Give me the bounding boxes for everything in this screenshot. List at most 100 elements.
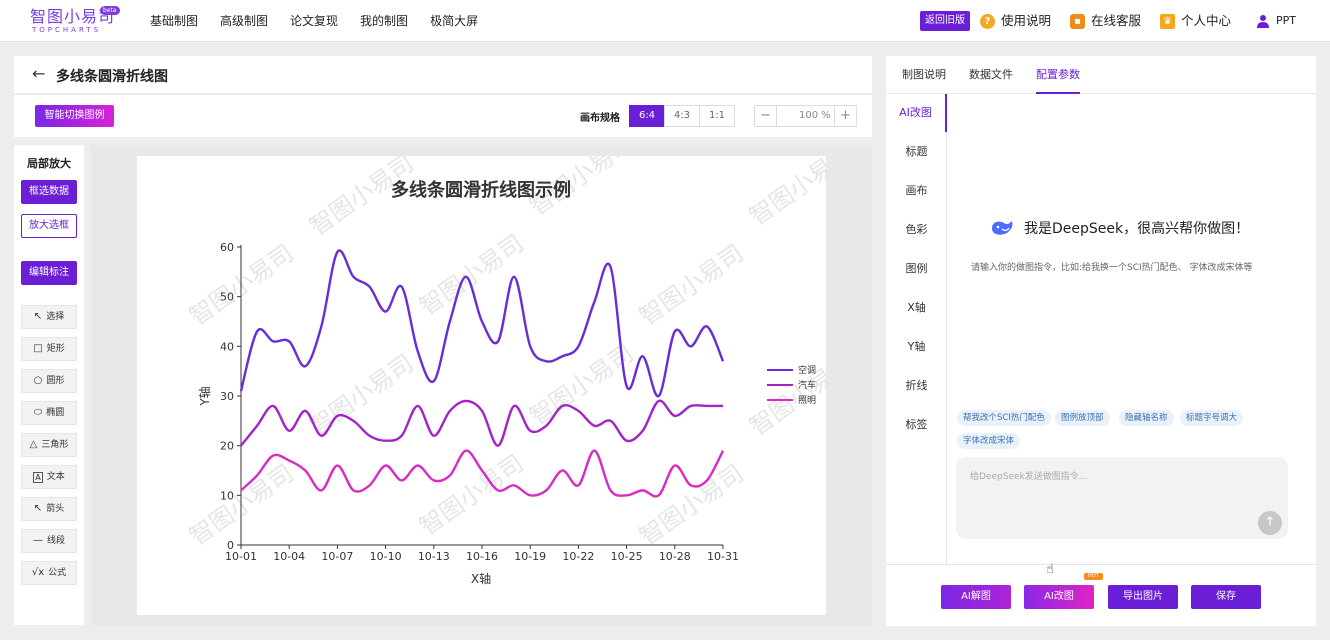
ai-explain-button[interactable]: AI解图 [941,585,1011,609]
menu-x-axis[interactable]: X轴 [886,289,947,327]
edit-label-button[interactable]: 编辑标注 [21,261,77,285]
help-link[interactable]: ? 使用说明 [980,0,1051,42]
tool-triangle[interactable]: △ 三角形 [21,433,77,457]
suggestion-chip[interactable]: 帮我改个SCI热门配色 [957,410,1051,426]
legend-label: 照明 [798,395,816,406]
nav-basic[interactable]: 基础制图 [150,0,198,42]
menu-color[interactable]: 色彩 [886,211,947,249]
tab-config[interactable]: 配置参数 [1036,56,1080,94]
x-tick-label: 10-13 [418,550,450,563]
smart-switch-button[interactable]: 智能切换图例 [35,105,114,127]
logo-sub: TOPCHARTS [32,26,102,34]
watermark-text: 智图小易司 [634,459,748,551]
tool-ellipse[interactable]: ⬭ 椭圆 [21,401,77,425]
tool-arrow-label: 箭头 [46,504,65,514]
chat-input-box[interactable]: 给DeepSeek发送做图指令... ↑ [956,457,1288,539]
service-label: 在线客服 [1091,13,1142,28]
tool-formula-label: 公式 [48,568,67,578]
deepseek-greeting-text: 我是DeepSeek，很高兴帮你做图！ [1024,221,1250,237]
ellipse-icon: ⬭ [33,407,43,418]
tool-rect[interactable]: □ 矩形 [21,337,77,361]
tool-formula[interactable]: √x 公式 [21,561,77,585]
zoom-value: 100 [799,110,819,121]
user-icon [1257,15,1269,28]
text-icon: A [33,471,43,483]
suggestion-chip[interactable]: 标题字号调大 [1180,410,1244,426]
x-tick-label: 10-04 [273,550,305,563]
x-tick-label: 10-22 [562,550,594,563]
chart-lines [239,249,725,498]
tool-arrow[interactable]: ↖ 箭头 [21,497,77,521]
save-button[interactable]: 保存 [1191,585,1261,609]
tool-bar: 智能切换图例 画布规格 6:4 4:3 1:1 − 100 % + [14,95,872,137]
canvas-area: 智图小易司 智图小易司 智图小易司 智图小易司 智图小易司 智图小易司 智图小易司 智图小易司… [91,145,872,625]
chart-canvas[interactable]: 智图小易司 智图小易司 智图小易司 智图小易司 智图小易司 智图小易司 智图小易司 智图小易司… [137,156,826,615]
x-tick-label: 10-19 [514,550,546,563]
export-image-button[interactable]: 导出图片 [1108,585,1178,609]
crown-icon: ♛ [1160,13,1175,29]
ai-edit-button[interactable]: AI改图 [1024,585,1094,609]
zoom-value-field[interactable]: 100 % [777,105,834,127]
nav-dashboard[interactable]: 极简大屏 [430,0,478,42]
legend-label: 空调 [798,364,816,376]
tool-circle[interactable]: ○ 圆形 [21,369,77,393]
menu-canvas[interactable]: 画布 [886,172,947,210]
ratio-1-1[interactable]: 1:1 [699,105,735,127]
nav-my-charts[interactable]: 我的制图 [360,0,408,42]
tab-instructions[interactable]: 制图说明 [902,56,946,94]
tool-select[interactable]: ↖ 选择 [21,305,77,329]
arrow-left-icon[interactable]: ← [32,64,45,83]
logo[interactable]: 智图小易司 TOPCHARTS beta [30,6,122,38]
center-link[interactable]: ♛ 个人中心 [1160,0,1231,42]
user-link[interactable]: PPT [1256,0,1296,42]
suggestion-chip[interactable]: 字体改成宋体 [957,433,1021,449]
x-tick-label: 10-10 [370,550,402,563]
ratio-label: 画布规格 [580,113,620,124]
menu-legend[interactable]: 图例 [886,250,947,288]
chat-icon: ▪ [1070,13,1085,29]
tool-triangle-label: 三角形 [41,440,69,450]
series-line-1[interactable] [240,399,723,447]
line-icon: — [32,535,43,546]
x-tick-label: 10-07 [321,550,353,563]
deepseek-hint: 请输入你的做图指令，比如:给我换一个SCI热门配色、 字体改成宋体等 [971,263,1253,273]
line-chart: 智图小易司 智图小易司 智图小易司智图小易司 智图小易司 智图小易司智图小易司 智图小易司… [184,156,826,586]
menu-label[interactable]: 标签 [886,406,947,444]
ratio-4-3[interactable]: 4:3 [664,105,700,127]
nav-paper[interactable]: 论文复现 [290,0,338,42]
ratio-6-4[interactable]: 6:4 [629,105,665,127]
watermark-text: 智图小易司 [184,459,298,551]
menu-y-axis[interactable]: Y轴 [886,328,947,366]
service-link[interactable]: ▪ 在线客服 [1070,0,1141,42]
suggestion-chip[interactable]: 隐藏轴名称 [1119,410,1174,426]
old-version-button[interactable]: 返回旧版 [920,11,970,31]
tool-rect-label: 矩形 [46,344,65,354]
select-data-button[interactable]: 框选数据 [21,180,77,204]
zoom-box-button[interactable]: 放大选框 [21,214,77,238]
menu-line[interactable]: 折线 [886,367,947,405]
top-bar: 智图小易司 TOPCHARTS beta 基础制图 高级制图 论文复现 我的制图… [0,0,1330,42]
menu-ai-edit[interactable]: AI改图 [886,94,947,132]
y-tick-label: 30 [220,390,234,403]
zoom-plus-button[interactable]: + [834,105,857,127]
suggestion-chip[interactable]: 图例放顶部 [1055,410,1110,426]
triangle-icon: △ [29,439,38,450]
menu-title[interactable]: 标题 [886,133,947,171]
local-zoom-title: 局部放大 [27,157,71,170]
chart-legend: 空调汽车照明 [767,364,816,406]
right-panel: 制图说明 数据文件 配置参数 AI改图 标题 画布 色彩 图例 X轴 Y轴 折线… [886,56,1316,626]
tool-select-label: 选择 [46,312,65,322]
tool-line[interactable]: — 线段 [21,529,77,553]
tool-ellipse-label: 椭圆 [46,408,65,418]
help-icon: ? [980,13,995,29]
logo-badge: beta [100,6,120,15]
watermark-text: 智图小易司 [744,156,826,231]
send-arrow-icon[interactable]: ↑ [1258,511,1282,535]
help-label: 使用说明 [1001,13,1052,28]
zoom-minus-button[interactable]: − [754,105,777,127]
tab-data-file[interactable]: 数据文件 [969,56,1013,94]
watermark-text: 智图小易司 [634,239,748,331]
circle-icon: ○ [33,375,43,386]
tool-text[interactable]: A 文本 [21,465,77,489]
nav-advanced[interactable]: 高级制图 [220,0,268,42]
